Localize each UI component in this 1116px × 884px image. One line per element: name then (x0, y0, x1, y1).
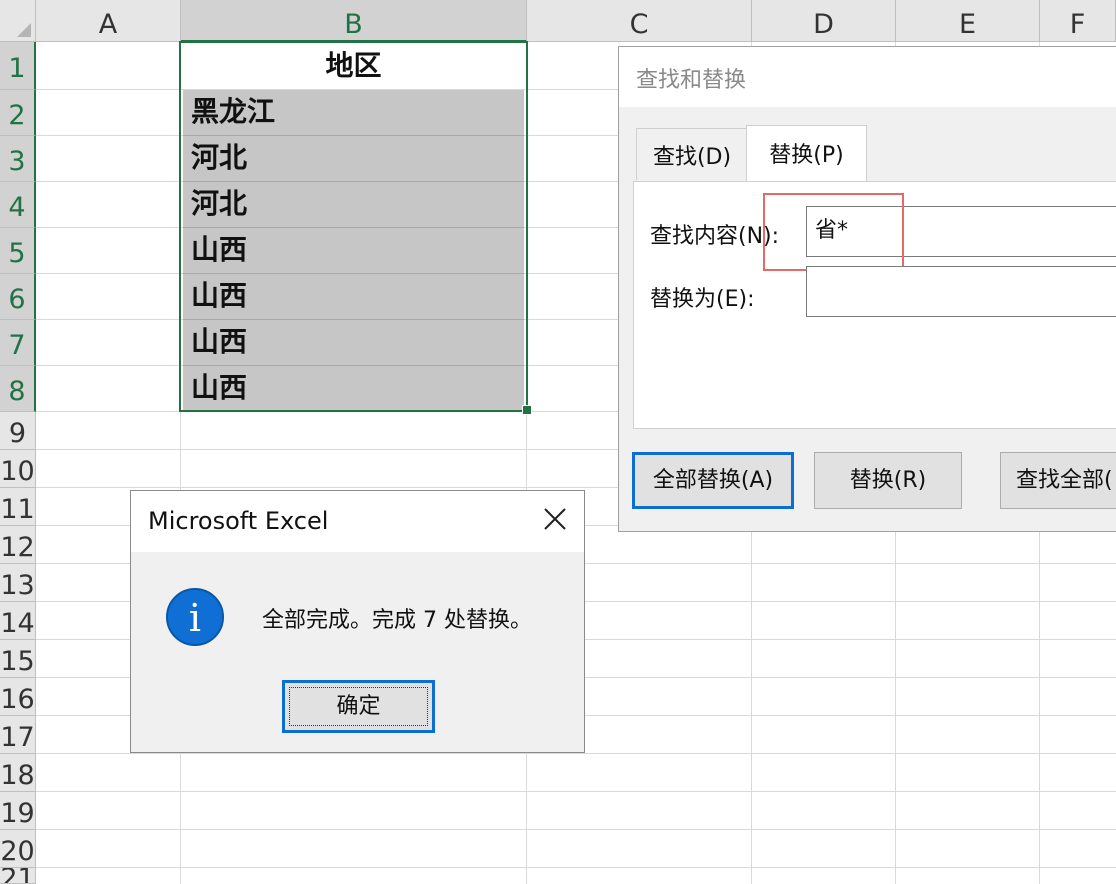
find-replace-title: 查找和替换 (636, 68, 747, 93)
row-header-13[interactable]: 13 (0, 564, 36, 602)
select-all-corner[interactable] (0, 0, 36, 42)
row-header-11[interactable]: 11 (0, 488, 36, 526)
column-header-c[interactable]: C (527, 0, 752, 42)
row-header-8[interactable]: 8 (0, 366, 36, 412)
row-header-16[interactable]: 16 (0, 678, 36, 716)
ok-button[interactable]: 确定 (282, 680, 435, 733)
row-header-20[interactable]: 20 (0, 830, 36, 868)
row-header-4[interactable]: 4 (0, 182, 36, 228)
row-header-10[interactable]: 10 (0, 450, 36, 488)
grid-row-line (36, 829, 1116, 830)
column-header-a[interactable]: A (36, 0, 181, 42)
row-header-5[interactable]: 5 (0, 228, 36, 274)
info-icon: i (166, 588, 224, 646)
tab-find-label: 查找(D) (652, 145, 732, 170)
fill-handle[interactable] (522, 405, 532, 415)
corner-triangle-icon (17, 23, 31, 37)
row-header-6[interactable]: 6 (0, 274, 36, 320)
replace-with-label: 替换为(E): (650, 287, 755, 312)
row-header-12[interactable]: 12 (0, 526, 36, 564)
grid-row-line (36, 753, 1116, 754)
column-header-d[interactable]: D (752, 0, 896, 42)
tab-find[interactable]: 查找(D) (636, 128, 748, 180)
row-header-2[interactable]: 2 (0, 90, 36, 136)
row-header-18[interactable]: 18 (0, 754, 36, 792)
replace-button[interactable]: 替换(R) (814, 452, 962, 509)
row-header-17[interactable]: 17 (0, 716, 36, 754)
grid-row-line (36, 867, 1116, 868)
row-header-21[interactable]: 21 (0, 868, 36, 884)
find-all-button[interactable]: 查找全部( (1000, 452, 1116, 509)
row-header-1[interactable]: 1 (0, 42, 36, 90)
row-header-3[interactable]: 3 (0, 136, 36, 182)
tab-replace[interactable]: 替换(P) (746, 125, 867, 183)
message-box-title: Microsoft Excel (148, 507, 329, 535)
row-header-7[interactable]: 7 (0, 320, 36, 366)
column-header-e[interactable]: E (896, 0, 1040, 42)
column-header-b[interactable]: B (181, 0, 527, 42)
message-text: 全部完成。完成 7 处替换。 (262, 608, 532, 633)
replace-with-input[interactable] (806, 266, 1116, 317)
tab-replace-label: 替换(P) (769, 143, 844, 168)
column-header-f[interactable]: F (1040, 0, 1116, 42)
row-header-14[interactable]: 14 (0, 602, 36, 640)
row-header-19[interactable]: 19 (0, 792, 36, 830)
replace-all-button[interactable]: 全部替换(A) (632, 452, 794, 509)
grid-row-line (36, 791, 1116, 792)
close-icon[interactable] (538, 502, 572, 536)
row-header-15[interactable]: 15 (0, 640, 36, 678)
row-header-9[interactable]: 9 (0, 412, 36, 450)
selection-range (179, 41, 528, 412)
highlight-box (763, 193, 904, 271)
find-what-label: 查找内容(N): (650, 224, 780, 249)
